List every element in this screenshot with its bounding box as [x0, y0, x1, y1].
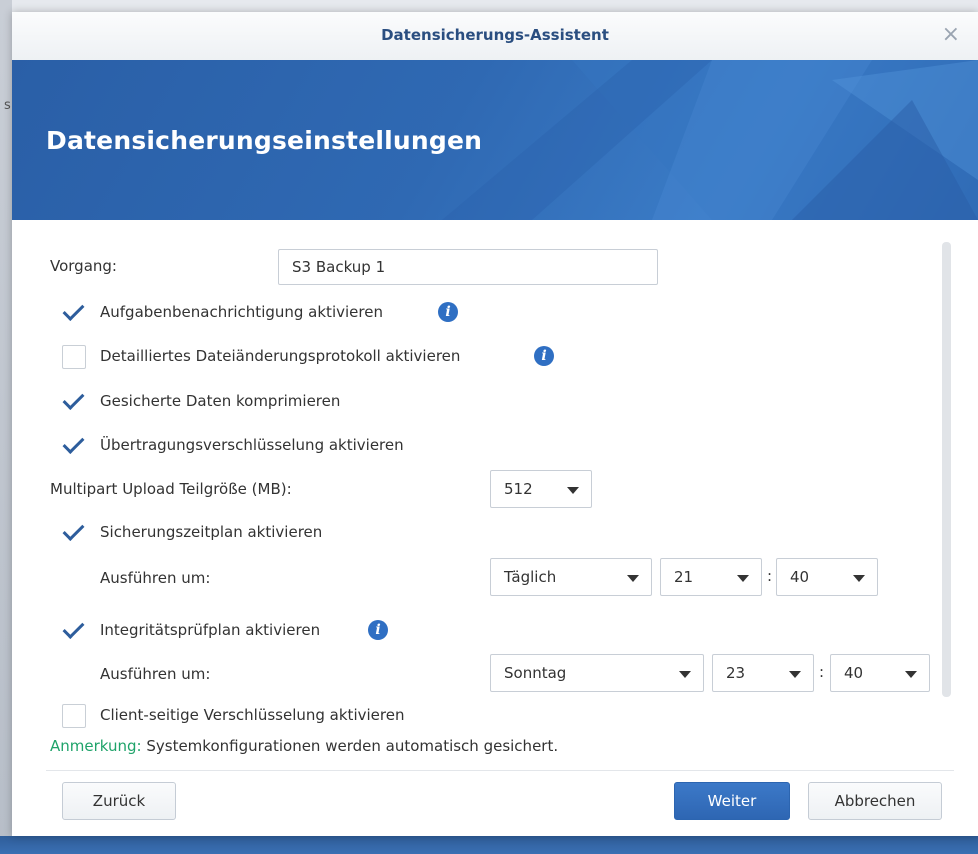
background-text-fragment: s: [4, 98, 11, 113]
note-text: Anmerkung: Systemkonfigurationen werden …: [50, 737, 558, 755]
dialog-titlebar[interactable]: Datensicherungs-Assistent ×: [12, 12, 978, 61]
background-window: s: [0, 0, 12, 854]
page-heading: Datensicherungseinstellungen: [46, 126, 483, 155]
integrity-run-at-label: Ausführen um:: [100, 665, 211, 683]
chevron-down-icon: [737, 575, 749, 582]
detailed-log-label: Detailliertes Dateiänderungsprotokoll ak…: [100, 347, 461, 365]
transfer-encryption-label: Übertragungsverschlüsselung aktivieren: [100, 436, 404, 454]
compress-data-label: Gesicherte Daten komprimieren: [100, 392, 341, 410]
info-icon[interactable]: i: [438, 302, 458, 322]
task-label: Vorgang:: [50, 257, 117, 275]
schedule-hour-select[interactable]: 21: [660, 558, 762, 596]
footer-divider: [46, 770, 954, 771]
close-icon[interactable]: ×: [942, 22, 960, 47]
note-prefix: Anmerkung:: [50, 737, 142, 755]
client-encryption-checkbox[interactable]: [62, 704, 86, 728]
integrity-check-label: Integritätsprüfplan aktivieren: [100, 621, 321, 639]
schedule-frequency-select[interactable]: Täglich: [490, 558, 652, 596]
chevron-down-icon: [789, 671, 801, 678]
schedule-hour-value: 21: [674, 568, 694, 586]
next-button[interactable]: Weiter: [674, 782, 790, 820]
integrity-day-select[interactable]: Sonntag: [490, 654, 704, 692]
integrity-check-checkbox[interactable]: [62, 619, 84, 641]
task-notification-checkbox[interactable]: [62, 301, 84, 323]
chevron-down-icon: [627, 575, 639, 582]
chevron-down-icon: [853, 575, 865, 582]
settings-form: Vorgang: S3 Backup 1 Aufgabenbenachricht…: [12, 220, 978, 780]
header-banner: Datensicherungseinstellungen: [12, 60, 978, 220]
background-desktop-strip: [0, 836, 978, 854]
integrity-day-value: Sonntag: [504, 664, 567, 682]
integrity-minute-select[interactable]: 40: [830, 654, 930, 692]
multipart-size-label: Multipart Upload Teilgröße (MB):: [50, 480, 292, 498]
note-body: Systemkonfigurationen werden automatisch…: [141, 737, 559, 755]
back-button[interactable]: Zurück: [62, 782, 176, 820]
info-icon[interactable]: i: [368, 620, 388, 640]
integrity-hour-value: 23: [726, 664, 746, 682]
cancel-button[interactable]: Abbrechen: [808, 782, 942, 820]
time-separator: :: [819, 663, 825, 681]
multipart-size-value: 512: [504, 480, 533, 498]
transfer-encryption-checkbox[interactable]: [62, 434, 84, 456]
vertical-scrollbar[interactable]: [942, 242, 951, 697]
schedule-minute-value: 40: [790, 568, 810, 586]
scroll-clip: Client-seitige Verschlüsselung aktiviere…: [12, 698, 932, 728]
integrity-hour-select[interactable]: 23: [712, 654, 814, 692]
integrity-minute-value: 40: [844, 664, 864, 682]
backup-schedule-checkbox[interactable]: [62, 521, 84, 543]
backup-wizard-dialog: Datensicherungs-Assistent × Datensicheru…: [12, 12, 978, 836]
client-encryption-label: Client-seitige Verschlüsselung aktiviere…: [100, 706, 405, 724]
chevron-down-icon: [567, 487, 579, 494]
info-icon[interactable]: i: [534, 346, 554, 366]
task-notification-label: Aufgabenbenachrichtigung aktivieren: [100, 303, 383, 321]
schedule-run-at-label: Ausführen um:: [100, 569, 211, 587]
schedule-frequency-value: Täglich: [504, 568, 557, 586]
dialog-title: Datensicherungs-Assistent: [381, 26, 609, 44]
chevron-down-icon: [679, 671, 691, 678]
backup-schedule-label: Sicherungszeitplan aktivieren: [100, 523, 323, 541]
task-name-input[interactable]: S3 Backup 1: [278, 249, 658, 285]
time-separator: :: [767, 567, 773, 585]
detailed-log-checkbox[interactable]: [62, 345, 86, 369]
chevron-down-icon: [905, 671, 917, 678]
schedule-minute-select[interactable]: 40: [776, 558, 878, 596]
compress-data-checkbox[interactable]: [62, 390, 84, 412]
multipart-size-select[interactable]: 512: [490, 470, 592, 508]
